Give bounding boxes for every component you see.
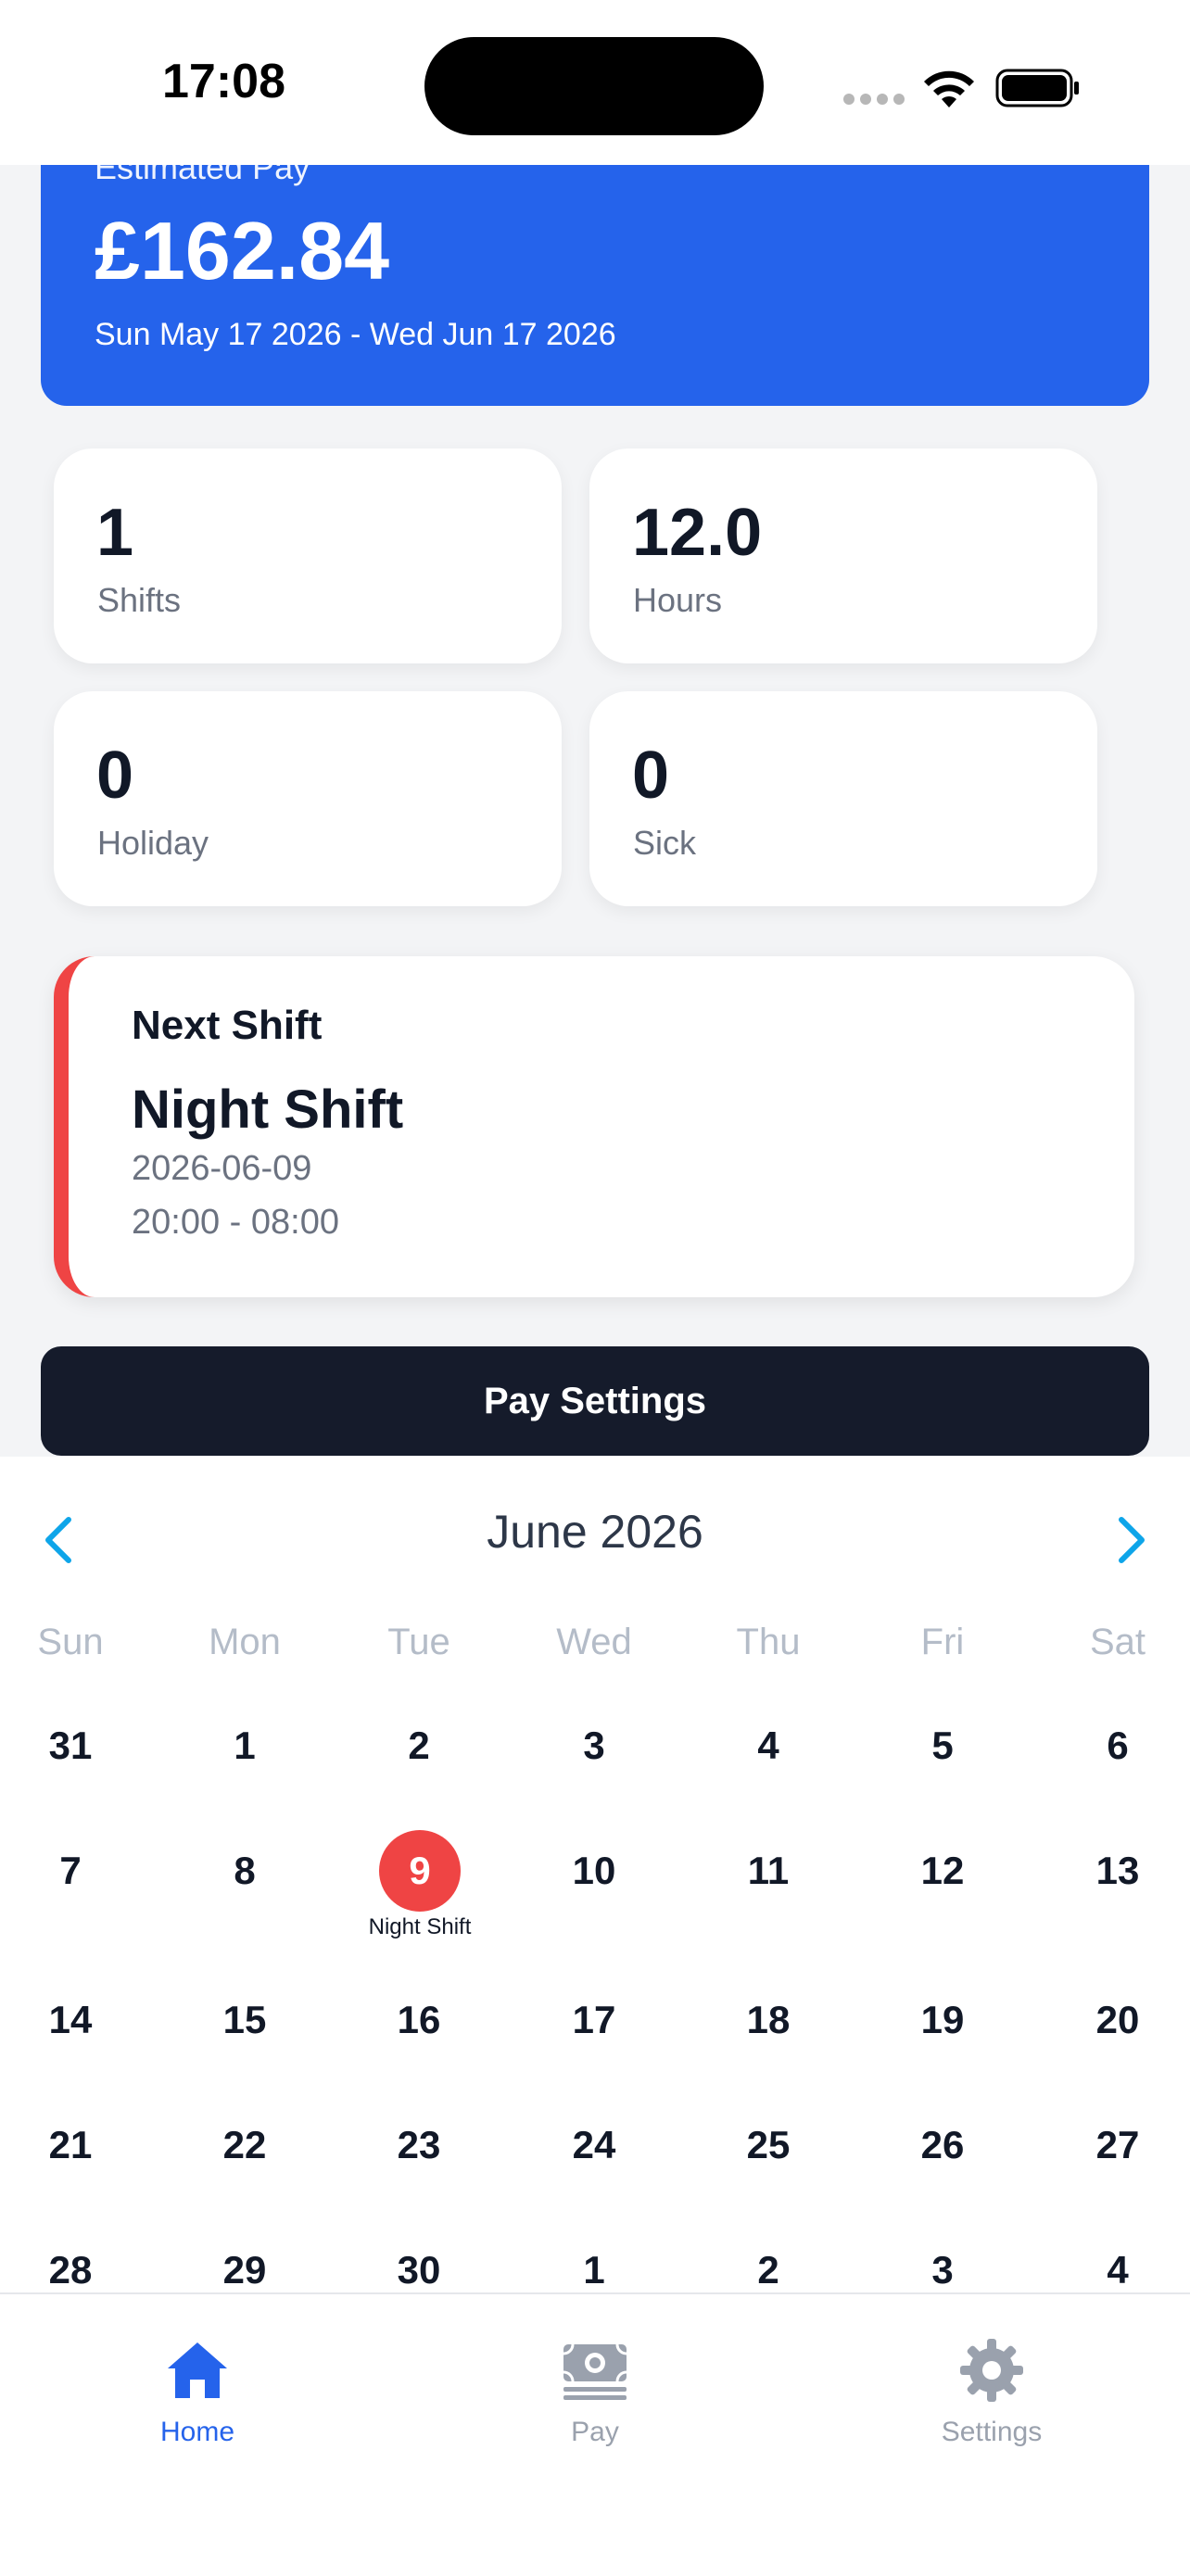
signal-dot — [860, 94, 871, 105]
stat-card-sick: 0 Sick — [589, 691, 1097, 906]
calendar-day[interactable]: 6 — [1031, 1724, 1190, 1768]
status-bar: 17:08 — [0, 0, 1190, 165]
calendar-day[interactable]: 3 — [507, 1724, 681, 1768]
tab-label: Settings — [941, 2417, 1043, 2447]
calendar-day[interactable]: 4 — [681, 1724, 855, 1768]
signal-dot — [877, 94, 888, 105]
calendar-day[interactable]: 18 — [681, 1998, 855, 2042]
wifi-icon — [924, 70, 974, 107]
calendar-day[interactable]: 28 — [0, 2248, 158, 2292]
banknote-icon — [563, 2343, 627, 2400]
calendar-day[interactable]: 2 — [332, 1724, 506, 1768]
pay-settings-button[interactable]: Pay Settings — [41, 1346, 1149, 1456]
weekday-label: Fri — [920, 1622, 965, 1662]
weekday-label: Thu — [736, 1622, 801, 1662]
calendar-day[interactable]: 20 — [1031, 1998, 1190, 2042]
stat-label: Shifts — [97, 581, 182, 619]
stat-card-shifts: 1 Shifts — [54, 448, 562, 663]
stat-label: Hours — [633, 581, 723, 619]
weekday-label: Mon — [209, 1622, 281, 1662]
tab-settings[interactable]: Settings — [880, 2337, 1103, 2457]
tab-bar: Home Pay Settings — [0, 2292, 1190, 2576]
calendar-day[interactable]: 29 — [158, 2248, 332, 2292]
calendar-day[interactable]: 12 — [855, 1849, 1030, 1893]
home-icon — [168, 2342, 227, 2398]
calendar-day-selected[interactable]: 9 — [379, 1830, 461, 1912]
stat-value: 12.0 — [632, 496, 763, 570]
calendar-day[interactable]: 5 — [855, 1724, 1030, 1768]
calendar-day[interactable]: 8 — [158, 1849, 332, 1893]
battery-icon — [995, 69, 1079, 107]
stat-card-hours: 12.0 Hours — [589, 448, 1097, 663]
pay-period-range: Sun May 17 2026 - Wed Jun 17 2026 — [95, 317, 616, 352]
calendar-day[interactable]: 13 — [1031, 1849, 1190, 1893]
calendar-day[interactable]: 26 — [855, 2123, 1030, 2167]
gear-icon — [960, 2339, 1023, 2402]
calendar-day[interactable]: 16 — [332, 1998, 506, 2042]
calendar-day[interactable]: 25 — [681, 2123, 855, 2167]
weekday-label: Sun — [37, 1622, 104, 1662]
calendar-day[interactable]: 22 — [158, 2123, 332, 2167]
tab-pay[interactable]: Pay — [484, 2337, 706, 2457]
calendar-day[interactable]: 4 — [1031, 2248, 1190, 2292]
dynamic-island — [424, 37, 764, 135]
tab-label: Home — [159, 2417, 235, 2447]
stat-value: 0 — [632, 739, 670, 813]
calendar-day[interactable]: 11 — [681, 1849, 855, 1893]
next-shift-name: Night Shift — [132, 1080, 404, 1140]
calendar-day-event-label: Night Shift — [368, 1914, 472, 1939]
calendar-day[interactable]: 30 — [332, 2248, 506, 2292]
calendar-day[interactable]: 3 — [855, 2248, 1030, 2292]
stat-label: Holiday — [97, 824, 209, 862]
next-shift-date: 2026-06-09 — [132, 1149, 312, 1188]
calendar-day[interactable]: 24 — [507, 2123, 681, 2167]
calendar-day[interactable]: 7 — [0, 1849, 158, 1893]
calendar-day[interactable]: 19 — [855, 1998, 1030, 2042]
calendar-day[interactable]: 27 — [1031, 2123, 1190, 2167]
calendar-day[interactable]: 21 — [0, 2123, 158, 2167]
weekday-label: Wed — [556, 1622, 632, 1662]
signal-dot — [843, 94, 855, 105]
next-shift-heading: Next Shift — [132, 1003, 323, 1048]
calendar-day[interactable]: 2 — [681, 2248, 855, 2292]
stat-label: Sick — [633, 824, 697, 862]
stat-card-holiday: 0 Holiday — [54, 691, 562, 906]
calendar-day[interactable]: 17 — [507, 1998, 681, 2042]
calendar-day[interactable]: 23 — [332, 2123, 506, 2167]
signal-dot — [893, 94, 905, 105]
stat-value: 1 — [96, 496, 134, 570]
calendar-day[interactable]: 15 — [158, 1998, 332, 2042]
calendar-day[interactable]: 1 — [507, 2248, 681, 2292]
status-time: 17:08 — [162, 55, 285, 108]
tab-home[interactable]: Home — [86, 2337, 309, 2457]
calendar-day[interactable]: 14 — [0, 1998, 158, 2042]
calendar-day[interactable]: 1 — [158, 1724, 332, 1768]
calendar-month-title: June 2026 — [487, 1506, 703, 1558]
next-shift-card[interactable]: Next Shift Night Shift 2026-06-09 20:00 … — [54, 956, 1134, 1297]
stat-value: 0 — [96, 739, 134, 813]
chevron-right-icon[interactable] — [1112, 1512, 1153, 1568]
weekday-label: Tue — [387, 1622, 450, 1662]
calendar-day[interactable]: 10 — [507, 1849, 681, 1893]
calendar-day[interactable]: 31 — [0, 1724, 158, 1768]
next-shift-time: 20:00 - 08:00 — [132, 1203, 339, 1242]
estimated-pay-amount: £162.84 — [95, 205, 390, 297]
tab-label: Pay — [571, 2417, 619, 2447]
weekday-label: Sat — [1089, 1622, 1146, 1662]
